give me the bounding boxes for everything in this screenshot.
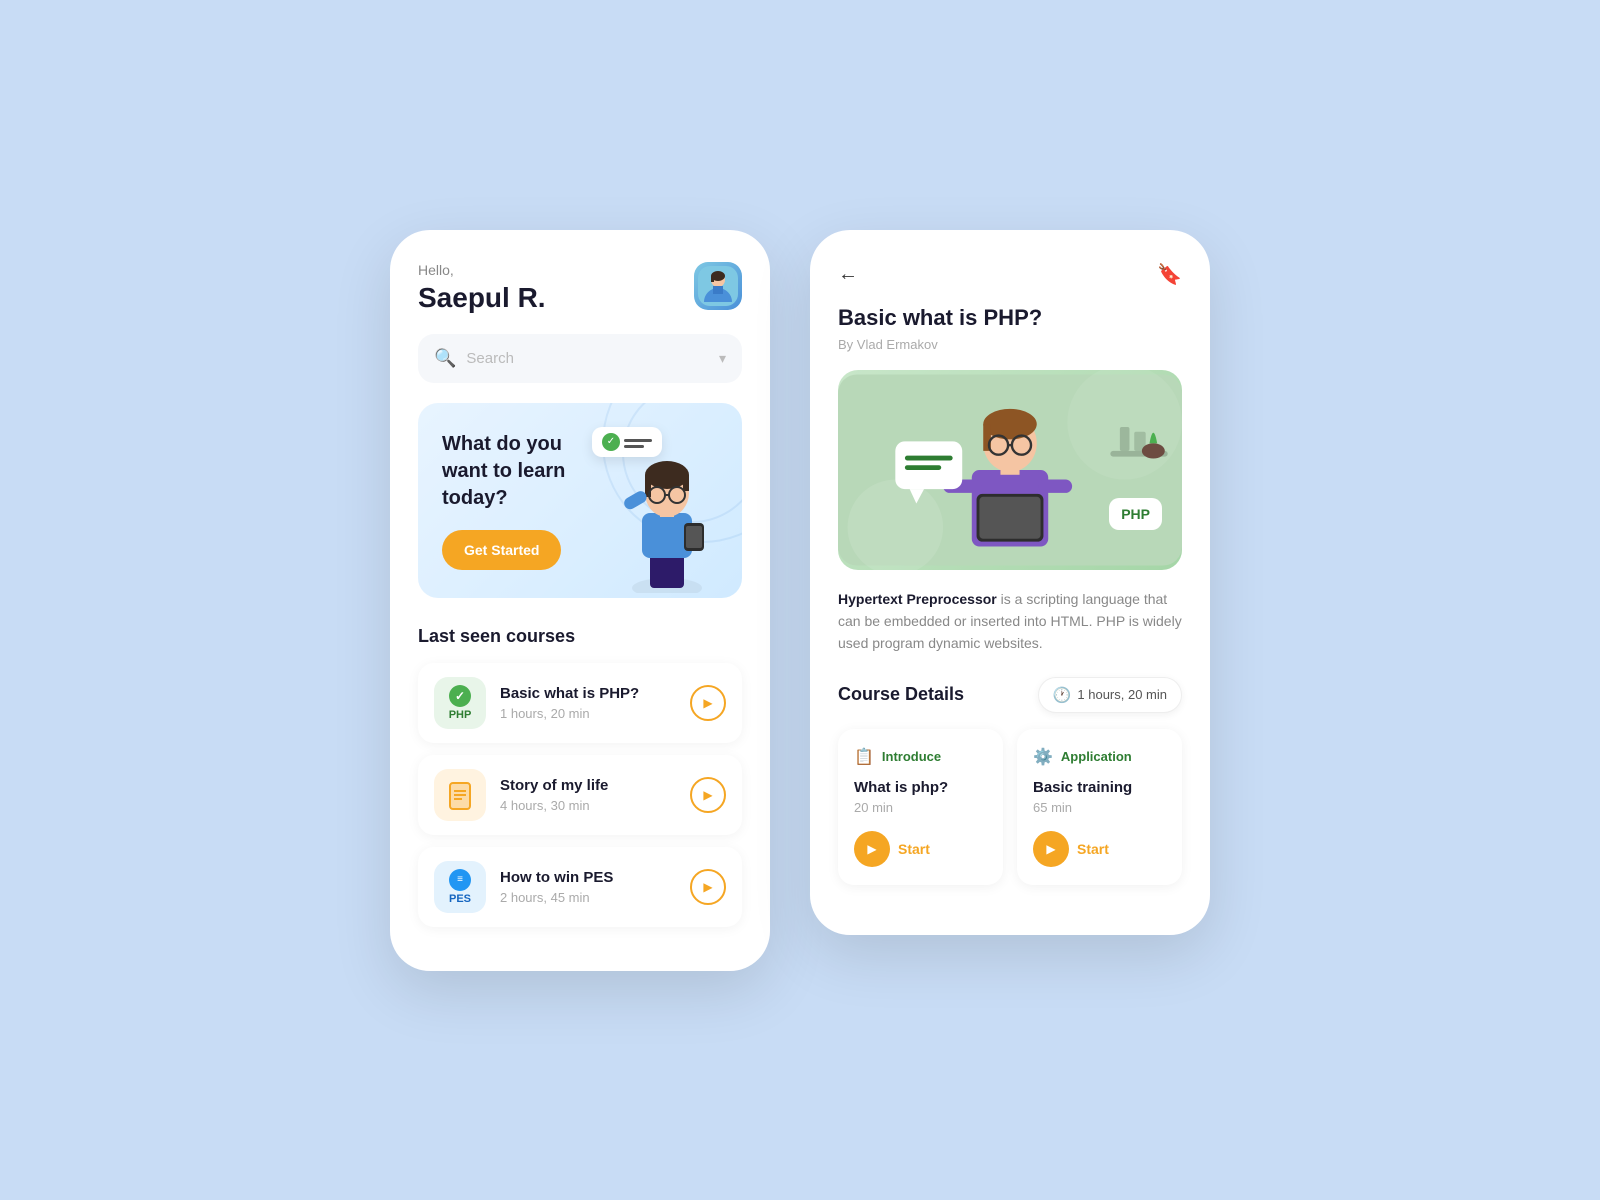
module-card-application: ⚙️ Application Basic training 65 min ▶ S… <box>1017 729 1182 885</box>
play-button-pes[interactable]: ▶ <box>690 869 726 905</box>
course-detail-title: Basic what is PHP? <box>838 305 1182 331</box>
course-icon-story <box>434 769 486 821</box>
avatar[interactable] <box>694 262 742 310</box>
clock-icon: 🕐 <box>1053 686 1072 704</box>
hero-banner: What do you want to learn today? Get Sta… <box>418 403 742 598</box>
start-label-introduce: Start <box>898 841 930 857</box>
start-circle-application: ▶ <box>1033 831 1069 867</box>
course-card-php[interactable]: ✓ PHP Basic what is PHP? 1 hours, 20 min… <box>418 663 742 743</box>
course-info-story: Story of my life 4 hours, 30 min <box>500 777 676 813</box>
last-seen-label: Last seen courses <box>418 626 742 647</box>
module-duration-application: 65 min <box>1033 800 1166 815</box>
pes-label: PES <box>449 893 471 905</box>
back-button[interactable]: ← <box>838 263 858 286</box>
course-icon-php: ✓ PHP <box>434 677 486 729</box>
description-bold: Hypertext Preprocessor <box>838 591 997 607</box>
hero-title: What do you want to learn today? <box>442 431 594 512</box>
course-info-pes: How to win PES 2 hours, 45 min <box>500 869 676 905</box>
course-description: Hypertext Preprocessor is a scripting la… <box>838 588 1182 655</box>
chevron-down-icon: ▾ <box>719 350 726 367</box>
start-button-application[interactable]: ▶ Start <box>1033 831 1166 867</box>
bookmark-button[interactable]: 🔖 <box>1157 262 1182 287</box>
course-details-title: Course Details <box>838 684 964 705</box>
search-bar[interactable]: 🔍 Search ▾ <box>418 334 742 383</box>
module-name-introduce: What is php? <box>854 779 987 796</box>
module-card-introduce: 📋 Introduce What is php? 20 min ▶ Start <box>838 729 1003 885</box>
course-info-php: Basic what is PHP? 1 hours, 20 min <box>500 685 676 721</box>
php-course-badge: PHP <box>1109 498 1162 530</box>
total-time-badge: 🕐 1 hours, 20 min <box>1038 677 1182 713</box>
hero-illustration <box>602 433 732 598</box>
module-type-label-introduce: Introduce <box>882 749 941 764</box>
detail-header: ← 🔖 <box>838 262 1182 287</box>
search-icon: 🔍 <box>434 348 456 369</box>
course-details-header: Course Details 🕐 1 hours, 20 min <box>838 677 1182 713</box>
avatar-image <box>694 262 742 310</box>
play-button-story[interactable]: ▶ <box>690 777 726 813</box>
php-check-icon: ✓ <box>449 685 471 707</box>
start-label-application: Start <box>1077 841 1109 857</box>
get-started-button[interactable]: Get Started <box>442 530 561 570</box>
module-type-introduce: 📋 Introduce <box>854 747 987 767</box>
right-phone: ← 🔖 Basic what is PHP? By Vlad Ermakov <box>810 230 1210 935</box>
course-name-php: Basic what is PHP? <box>500 685 676 702</box>
course-name-pes: How to win PES <box>500 869 676 886</box>
course-card-story[interactable]: Story of my life 4 hours, 30 min ▶ <box>418 755 742 835</box>
module-type-application: ⚙️ Application <box>1033 747 1166 767</box>
start-button-introduce[interactable]: ▶ Start <box>854 831 987 867</box>
introduce-icon: 📋 <box>854 747 874 767</box>
module-name-application: Basic training <box>1033 779 1166 796</box>
course-name-story: Story of my life <box>500 777 676 794</box>
course-details-section: Course Details 🕐 1 hours, 20 min 📋 Intro… <box>838 677 1182 885</box>
course-card-pes[interactable]: ≡ PES How to win PES 2 hours, 45 min ▶ <box>418 847 742 927</box>
module-duration-introduce: 20 min <box>854 800 987 815</box>
application-icon: ⚙️ <box>1033 747 1053 767</box>
total-time-text: 1 hours, 20 min <box>1077 687 1167 702</box>
pes-icon-circle: ≡ <box>449 869 471 891</box>
search-input[interactable]: Search <box>466 350 709 367</box>
course-hero-image: PHP <box>838 370 1182 570</box>
modules-grid: 📋 Introduce What is php? 20 min ▶ Start … <box>838 729 1182 885</box>
course-author: By Vlad Ermakov <box>838 337 1182 352</box>
php-label: PHP <box>449 709 472 721</box>
course-duration-php: 1 hours, 20 min <box>500 706 676 721</box>
course-duration-pes: 2 hours, 45 min <box>500 890 676 905</box>
course-icon-pes: ≡ PES <box>434 861 486 913</box>
start-circle-introduce: ▶ <box>854 831 890 867</box>
left-phone: Hello, Saepul R. 🔍 Search ▾ What do you … <box>390 230 770 971</box>
module-type-label-application: Application <box>1061 749 1132 764</box>
play-button-php[interactable]: ▶ <box>690 685 726 721</box>
course-duration-story: 4 hours, 30 min <box>500 798 676 813</box>
